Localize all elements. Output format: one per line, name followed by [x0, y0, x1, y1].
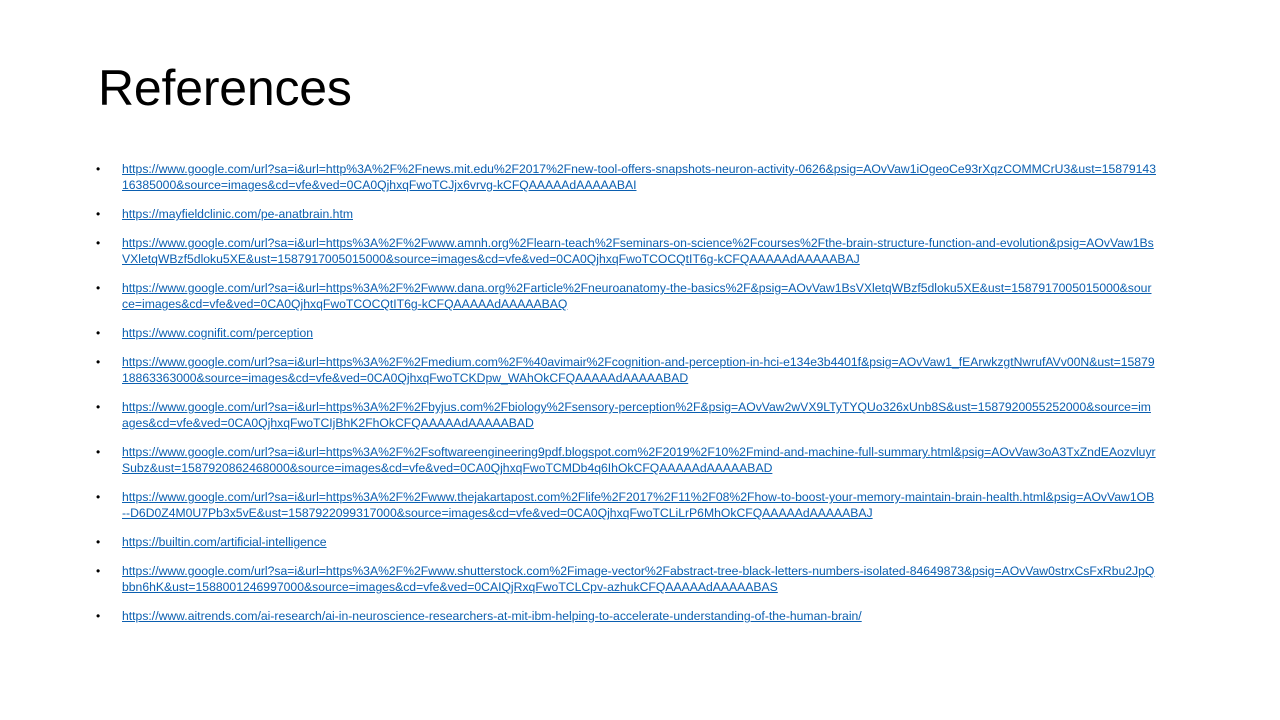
- reference-link[interactable]: https://www.google.com/url?sa=i&url=http…: [122, 236, 1154, 266]
- reference-link[interactable]: https://www.google.com/url?sa=i&url=http…: [122, 445, 1156, 475]
- reference-item: • https://builtin.com/artificial-intelli…: [96, 534, 1156, 550]
- bullet-icon: •: [96, 162, 101, 176]
- bullet-icon: •: [96, 326, 101, 340]
- references-list: • https://www.google.com/url?sa=i&url=ht…: [96, 161, 1156, 637]
- bullet-icon: •: [96, 207, 101, 221]
- bullet-icon: •: [96, 535, 101, 549]
- reference-link[interactable]: https://www.google.com/url?sa=i&url=http…: [122, 355, 1155, 385]
- bullet-icon: •: [96, 355, 101, 369]
- bullet-icon: •: [96, 281, 101, 295]
- bullet-icon: •: [96, 609, 101, 623]
- bullet-icon: •: [96, 490, 101, 504]
- reference-item: • https://www.google.com/url?sa=i&url=ht…: [96, 280, 1156, 312]
- bullet-icon: •: [96, 236, 101, 250]
- reference-link[interactable]: https://www.google.com/url?sa=i&url=http…: [122, 564, 1154, 594]
- slide: References • https://www.google.com/url?…: [0, 0, 1280, 720]
- reference-item: • https://www.google.com/url?sa=i&url=ht…: [96, 444, 1156, 476]
- reference-link[interactable]: https://builtin.com/artificial-intellige…: [122, 535, 327, 549]
- reference-item: • https://www.google.com/url?sa=i&url=ht…: [96, 563, 1156, 595]
- reference-link[interactable]: https://www.aitrends.com/ai-research/ai-…: [122, 609, 862, 623]
- bullet-icon: •: [96, 564, 101, 578]
- bullet-icon: •: [96, 400, 101, 414]
- bullet-icon: •: [96, 445, 101, 459]
- reference-item: • https://www.aitrends.com/ai-research/a…: [96, 608, 1156, 624]
- reference-link[interactable]: https://www.google.com/url?sa=i&url=http…: [122, 490, 1154, 520]
- reference-item: • https://www.google.com/url?sa=i&url=ht…: [96, 489, 1156, 521]
- reference-link[interactable]: https://www.google.com/url?sa=i&url=http…: [122, 400, 1151, 430]
- reference-item: • https://www.google.com/url?sa=i&url=ht…: [96, 161, 1156, 193]
- reference-item: • https://www.google.com/url?sa=i&url=ht…: [96, 354, 1156, 386]
- reference-link[interactable]: https://www.cognifit.com/perception: [122, 326, 313, 340]
- reference-item: • https://mayfieldclinic.com/pe-anatbrai…: [96, 206, 1156, 222]
- reference-link[interactable]: https://www.google.com/url?sa=i&url=http…: [122, 162, 1156, 192]
- reference-link[interactable]: https://mayfieldclinic.com/pe-anatbrain.…: [122, 207, 353, 221]
- reference-item: • https://www.google.com/url?sa=i&url=ht…: [96, 399, 1156, 431]
- slide-title: References: [98, 60, 352, 116]
- reference-item: • https://www.google.com/url?sa=i&url=ht…: [96, 235, 1156, 267]
- reference-item: • https://www.cognifit.com/perception: [96, 325, 1156, 341]
- reference-link[interactable]: https://www.google.com/url?sa=i&url=http…: [122, 281, 1152, 311]
